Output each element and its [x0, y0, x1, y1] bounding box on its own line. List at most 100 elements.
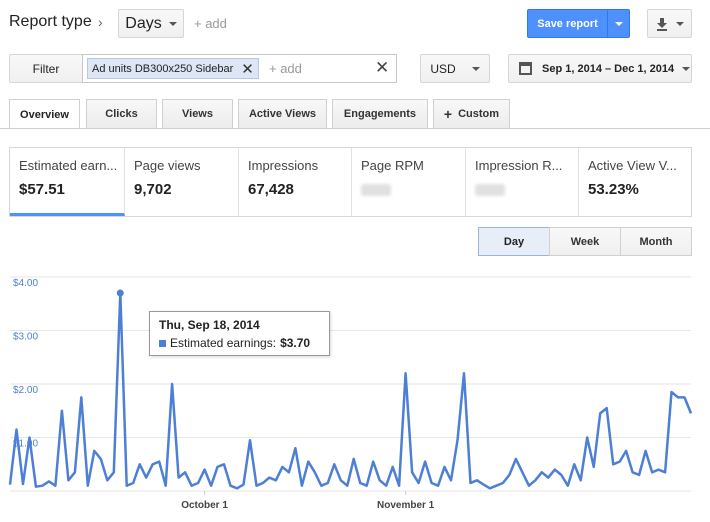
data-point[interactable] [40, 484, 44, 488]
filter-field[interactable]: Ad units DB300x250 Sidebar ✕ + add ✕ [82, 54, 397, 83]
data-point[interactable] [14, 427, 18, 431]
data-point[interactable] [546, 476, 550, 480]
data-point[interactable] [66, 478, 70, 482]
data-point[interactable] [527, 484, 531, 488]
data-point[interactable] [676, 395, 680, 399]
data-point[interactable] [592, 465, 596, 469]
data-point[interactable] [241, 483, 245, 487]
scorecard-page-views[interactable]: Page views 9,702 [125, 148, 239, 216]
data-point[interactable] [579, 478, 583, 482]
scorecard-impressions[interactable]: Impressions 67,428 [239, 148, 352, 216]
data-point[interactable] [417, 481, 421, 485]
data-point[interactable] [60, 409, 64, 413]
data-point[interactable] [404, 371, 408, 375]
highlighted-point[interactable] [116, 289, 124, 297]
data-point[interactable] [436, 484, 440, 488]
currency-dropdown[interactable]: USD [420, 54, 490, 83]
add-dimension-link[interactable]: + add [194, 16, 227, 31]
data-point[interactable] [151, 462, 155, 466]
data-point[interactable] [501, 481, 505, 485]
tab-active-views[interactable]: Active Views [238, 99, 327, 128]
data-point[interactable] [73, 470, 77, 474]
data-point[interactable] [481, 483, 485, 487]
data-point[interactable] [47, 479, 51, 483]
data-point[interactable] [540, 470, 544, 474]
data-point[interactable] [605, 406, 609, 410]
data-point[interactable] [391, 465, 395, 469]
data-point[interactable] [235, 486, 239, 490]
data-point[interactable] [300, 484, 304, 488]
data-point[interactable] [572, 462, 576, 466]
save-report-button[interactable]: Save report [527, 9, 630, 38]
data-point[interactable] [27, 436, 31, 440]
data-point[interactable] [125, 484, 129, 488]
data-point[interactable] [170, 382, 174, 386]
data-point[interactable] [657, 468, 661, 472]
data-point[interactable] [183, 470, 187, 474]
data-point[interactable] [559, 473, 563, 477]
data-point[interactable] [21, 482, 25, 486]
data-point[interactable] [306, 460, 310, 464]
data-point[interactable] [663, 470, 667, 474]
data-point[interactable] [507, 473, 511, 477]
data-point[interactable] [254, 484, 258, 488]
tab-views[interactable]: Views [162, 99, 233, 128]
data-point[interactable] [468, 481, 472, 485]
earnings-chart[interactable]: $1.00$2.00$3.00$4.00October 1 November 1 [0, 262, 710, 522]
week-button[interactable]: Week [549, 227, 621, 256]
tab-overview[interactable]: Overview [9, 99, 80, 129]
tab-clicks[interactable]: Clicks [86, 99, 157, 128]
data-point[interactable] [365, 484, 369, 488]
data-point[interactable] [566, 484, 570, 488]
data-point[interactable] [339, 478, 343, 482]
tab-custom[interactable]: + Custom [433, 99, 510, 128]
data-point[interactable] [598, 411, 602, 415]
data-point[interactable] [358, 481, 362, 485]
data-point[interactable] [670, 390, 674, 394]
data-point[interactable] [164, 484, 168, 488]
month-button[interactable]: Month [620, 227, 692, 256]
data-point[interactable] [378, 478, 382, 482]
data-point[interactable] [177, 476, 181, 480]
data-point[interactable] [423, 460, 427, 464]
scorecard-active-view-viewable[interactable]: Active View V... 53.23% [579, 148, 691, 216]
data-point[interactable] [443, 465, 447, 469]
data-point[interactable] [216, 465, 220, 469]
data-point[interactable] [144, 476, 148, 480]
data-point[interactable] [553, 468, 557, 472]
data-point[interactable] [274, 478, 278, 482]
data-point[interactable] [203, 468, 207, 472]
data-point[interactable] [683, 395, 687, 399]
data-point[interactable] [209, 484, 213, 488]
data-point[interactable] [319, 484, 323, 488]
data-point[interactable] [644, 449, 648, 453]
data-point[interactable] [611, 462, 615, 466]
data-point[interactable] [637, 473, 641, 477]
data-point[interactable] [585, 436, 589, 440]
data-point[interactable] [112, 470, 116, 474]
data-point[interactable] [618, 460, 622, 464]
data-point[interactable] [449, 478, 453, 482]
data-point[interactable] [287, 470, 291, 474]
data-point[interactable] [280, 465, 284, 469]
data-point[interactable] [79, 395, 83, 399]
filter-chip[interactable]: Ad units DB300x250 Sidebar ✕ [87, 58, 259, 79]
data-point[interactable] [397, 484, 401, 488]
data-point[interactable] [689, 411, 693, 415]
data-point[interactable] [99, 457, 103, 461]
tab-engagements[interactable]: Engagements [332, 99, 428, 128]
data-point[interactable] [384, 484, 388, 488]
data-point[interactable] [222, 462, 226, 466]
data-point[interactable] [8, 483, 12, 487]
data-point[interactable] [430, 481, 434, 485]
data-point[interactable] [494, 484, 498, 488]
data-point[interactable] [293, 446, 297, 450]
granularity-dropdown[interactable]: Days [118, 9, 184, 38]
data-point[interactable] [229, 484, 233, 488]
date-range-dropdown[interactable]: Sep 1, 2014 – Dec 1, 2014 [508, 54, 692, 83]
scorecard-page-rpm[interactable]: Page RPM [352, 148, 466, 216]
data-point[interactable] [631, 470, 635, 474]
close-icon[interactable]: ✕ [241, 60, 254, 78]
data-point[interactable] [248, 438, 252, 442]
data-point[interactable] [261, 481, 265, 485]
